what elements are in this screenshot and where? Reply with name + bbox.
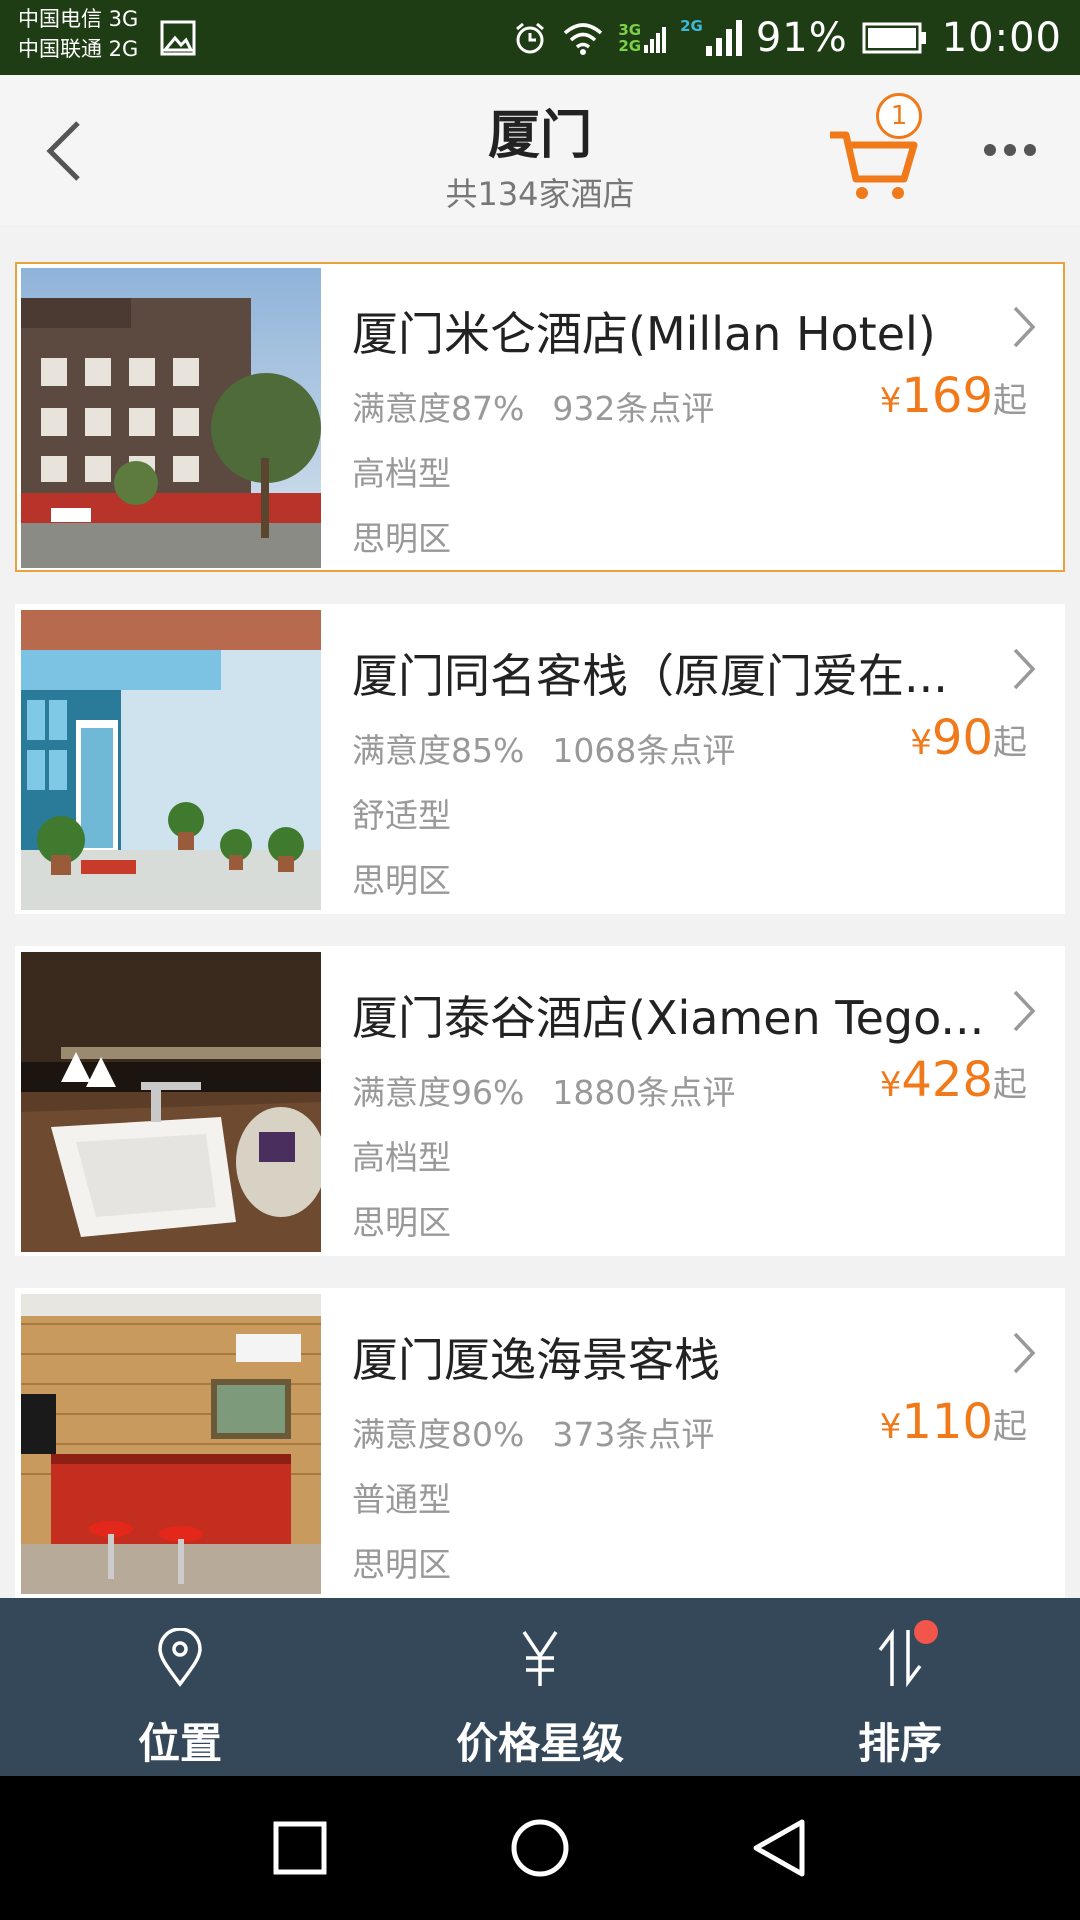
hotel-name: 厦门同名客栈（原厦门爱在...	[352, 649, 948, 703]
hotel-meta: 满意度80% 373条点评	[352, 1408, 714, 1456]
review-count: 1068条点评	[552, 731, 736, 770]
price-value: 90	[931, 710, 993, 766]
hotel-name: 厦门厦逸海景客栈	[352, 1333, 720, 1387]
yuan-icon	[522, 1631, 558, 1686]
hotel-district: 思明区	[352, 1545, 451, 1584]
satisfaction: 满意度96%	[352, 1073, 525, 1112]
hotel-meta: 满意度87% 932条点评	[352, 382, 714, 430]
price-suffix: 起	[993, 1407, 1027, 1447]
hotel-price: ¥110起	[880, 1394, 1027, 1450]
hotel-name: 厦门泰谷酒店(Xiamen Tego...	[352, 991, 985, 1045]
filter-sort-button[interactable]: 排序	[720, 1598, 1080, 1776]
hotel-photo	[21, 268, 321, 568]
review-count: 1880条点评	[552, 1073, 736, 1112]
chevron-right-icon	[1013, 990, 1036, 1032]
currency-symbol: ¥	[879, 1407, 902, 1447]
hotel-photo	[21, 1294, 321, 1594]
hotel-grade: 舒适型	[352, 796, 451, 835]
battery-percent: 91%	[755, 14, 848, 61]
hotel-list: 厦门米仑酒店(Millan Hotel) 满意度87% 932条点评 ¥169起 …	[15, 262, 1065, 1630]
cart-count-badge: 1	[876, 93, 922, 139]
carrier-1: 中国电信 3G	[18, 7, 139, 31]
price-value: 169	[901, 368, 993, 424]
carrier-2: 中国联通 2G	[18, 37, 139, 61]
hotel-district: 思明区	[352, 519, 451, 558]
net-2g-label: 2G	[618, 36, 642, 55]
hotel-price: ¥169起	[880, 368, 1027, 424]
hotel-photo	[21, 610, 321, 910]
battery-icon	[862, 22, 926, 53]
review-count: 373条点评	[552, 1415, 715, 1454]
hotel-meta: 满意度85% 1068条点评	[352, 724, 735, 772]
satisfaction: 满意度80%	[352, 1415, 525, 1454]
recent-apps-icon[interactable]	[268, 1816, 332, 1880]
hotel-name: 厦门米仑酒店(Millan Hotel)	[352, 307, 936, 361]
currency-symbol: ¥	[879, 1065, 902, 1105]
hotel-card[interactable]: 厦门同名客栈（原厦门爱在... 满意度85% 1068条点评 ¥90起 舒适型 思…	[15, 604, 1065, 914]
chevron-right-icon	[1013, 648, 1036, 690]
satisfaction: 满意度87%	[352, 389, 525, 428]
satisfaction: 满意度85%	[352, 731, 525, 770]
filter-location-button[interactable]: 位置	[0, 1598, 360, 1776]
currency-symbol: ¥	[910, 723, 932, 763]
hotel-card[interactable]: 厦门厦逸海景客栈 满意度80% 373条点评 ¥110起 普通型 思明区	[15, 1288, 1065, 1598]
status-bar: 中国电信 3G 中国联通 2G 3G 2G 2G 91% 10:00	[0, 0, 1080, 75]
alarm-icon	[516, 22, 545, 53]
image-notification-icon	[160, 20, 196, 56]
screen: 中国电信 3G 中国联通 2G 3G 2G 2G 91% 10:00 厦门 共1…	[0, 0, 1080, 1920]
wifi-icon	[564, 22, 603, 55]
location-pin-icon	[158, 1628, 202, 1687]
hotel-photo	[21, 952, 321, 1252]
filter-location-label: 位置	[137, 1719, 222, 1768]
home-icon[interactable]	[508, 1816, 572, 1880]
header: 厦门 共134家酒店 1	[0, 75, 1080, 225]
price-value: 110	[901, 1394, 993, 1450]
hotel-meta: 满意度96% 1880条点评	[352, 1066, 735, 1114]
signal-small-icon	[644, 26, 667, 53]
network-3g-2g: 3G 2G	[618, 20, 667, 55]
more-icon[interactable]	[982, 142, 1038, 158]
filter-price-star-button[interactable]: 价格星级	[360, 1598, 720, 1776]
chevron-right-icon	[1013, 306, 1036, 348]
carrier-info: 中国电信 3G 中国联通 2G	[18, 4, 138, 64]
status-right: 3G 2G 2G 91% 10:00	[512, 0, 1062, 75]
clock: 10:00	[941, 14, 1062, 61]
hotel-grade: 普通型	[352, 1480, 451, 1519]
net-2g-label-b: 2G	[680, 16, 703, 35]
back-nav-icon[interactable]	[748, 1816, 812, 1880]
hotel-price: ¥90起	[910, 710, 1027, 766]
hotel-district: 思明区	[352, 1203, 451, 1242]
filter-price-star-label: 价格星级	[455, 1719, 624, 1768]
net-3g-label: 3G	[618, 20, 642, 39]
price-suffix: 起	[993, 1065, 1027, 1105]
price-suffix: 起	[993, 381, 1027, 421]
chevron-right-icon	[1013, 1332, 1036, 1374]
network-2g: 2G	[680, 18, 742, 58]
hotel-grade: 高档型	[352, 1138, 451, 1177]
price-value: 428	[901, 1052, 993, 1108]
system-nav-bar	[0, 1776, 1080, 1920]
price-suffix: 起	[993, 723, 1027, 763]
hotel-card[interactable]: 厦门泰谷酒店(Xiamen Tego... 满意度96% 1880条点评 ¥428…	[15, 946, 1065, 1256]
signal-icon	[705, 19, 742, 56]
hotel-price: ¥428起	[880, 1052, 1027, 1108]
hotel-district: 思明区	[352, 861, 451, 900]
cart-button[interactable]: 1	[826, 93, 936, 203]
sort-notification-dot	[914, 1620, 938, 1644]
hotel-grade: 高档型	[352, 454, 451, 493]
review-count: 932条点评	[552, 389, 715, 428]
filter-sort-label: 排序	[857, 1719, 942, 1768]
hotel-card[interactable]: 厦门米仑酒店(Millan Hotel) 满意度87% 932条点评 ¥169起 …	[15, 262, 1065, 572]
currency-symbol: ¥	[879, 381, 902, 421]
